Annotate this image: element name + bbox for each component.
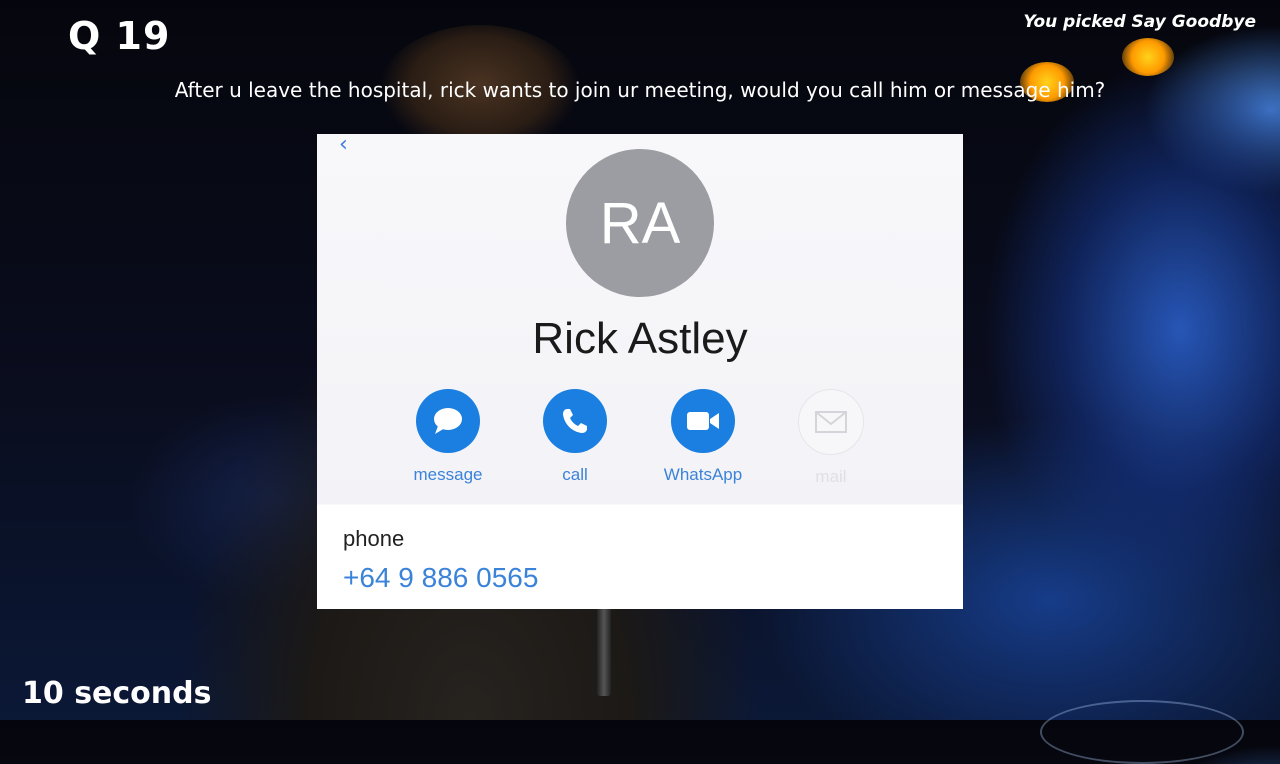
countdown-timer: 10 seconds: [22, 676, 212, 711]
mail-action-button: mail: [776, 389, 886, 487]
message-action-label: message: [413, 465, 483, 484]
avatar: RA: [566, 149, 714, 297]
contact-card: ‹ RA Rick Astley message call WhatsApp m…: [317, 134, 963, 609]
whatsapp-action-label: WhatsApp: [663, 465, 743, 484]
phone-icon: [543, 389, 607, 453]
question-number: Q 19: [68, 14, 171, 58]
whatsapp-action-button[interactable]: WhatsApp: [648, 389, 758, 485]
phone-number-link[interactable]: +64 9 886 0565: [343, 562, 538, 594]
avatar-initials: RA: [599, 190, 681, 256]
back-chevron-icon[interactable]: ‹: [339, 134, 348, 157]
envelope-icon: [798, 389, 864, 455]
video-camera-icon: [671, 389, 735, 453]
stage-light: [1122, 38, 1174, 76]
call-action-button[interactable]: call: [520, 389, 630, 485]
phone-label: phone: [343, 526, 405, 551]
message-bubble-icon: [416, 389, 480, 453]
background-microphone: [597, 606, 611, 696]
contact-name: Rick Astley: [532, 314, 748, 363]
mail-action-label: mail: [815, 467, 847, 486]
call-action-label: call: [562, 465, 588, 484]
message-action-button[interactable]: message: [393, 389, 503, 485]
picked-answer-text: You picked Say Goodbye: [1023, 12, 1256, 32]
background-arc: [1040, 700, 1244, 764]
question-text: After u leave the hospital, rick wants t…: [174, 78, 1106, 102]
